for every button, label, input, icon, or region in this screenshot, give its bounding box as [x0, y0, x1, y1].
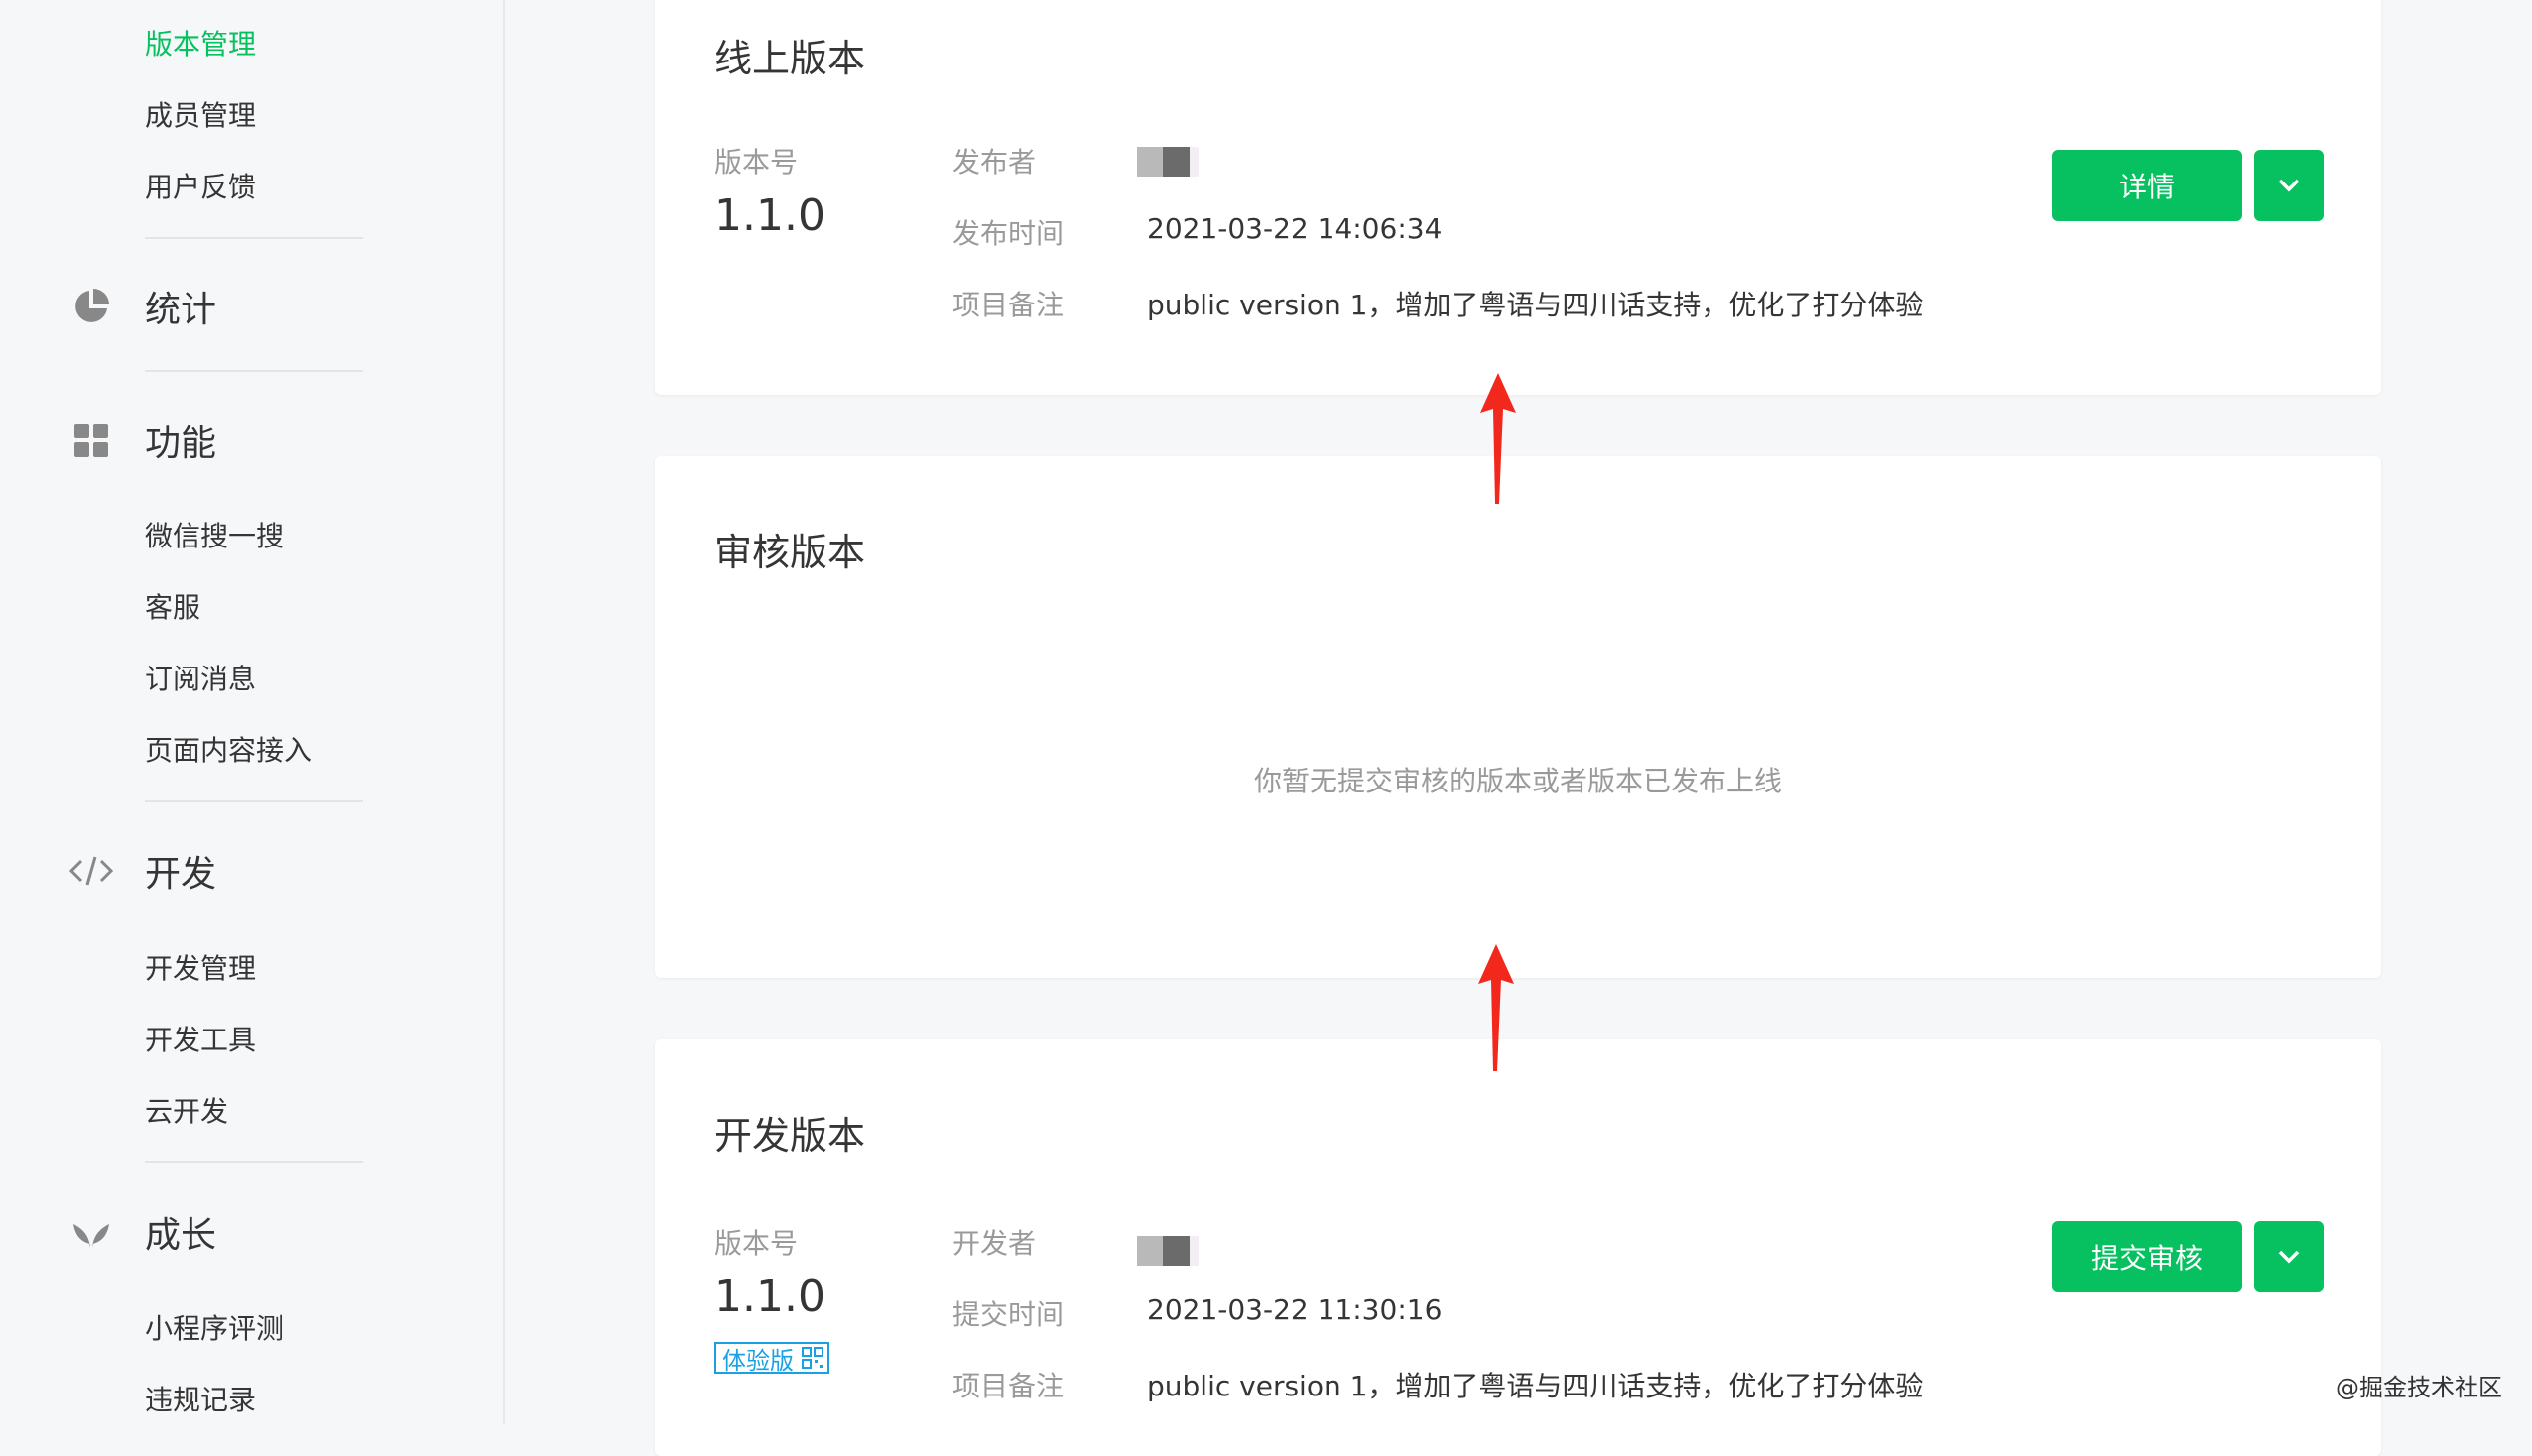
sidebar-item-page-content[interactable]: 页面内容接入: [145, 731, 312, 771]
tag-label: 体验版: [722, 1346, 794, 1375]
sidebar-item-wechat-search[interactable]: 微信搜一搜: [145, 517, 284, 556]
sidebar-item-dev-management[interactable]: 开发管理: [145, 949, 256, 989]
detail-button[interactable]: 详情: [2052, 150, 2242, 221]
dev-version-title: 开发版本: [714, 1114, 866, 1157]
submit-time-value: 2021-03-22 11:30:16: [1147, 1293, 1443, 1326]
pie-chart-icon: [69, 285, 113, 328]
sidebar-divider: [145, 370, 363, 372]
online-version-title: 线上版本: [714, 37, 866, 80]
sidebar-divider: [145, 800, 363, 802]
qr-code-icon: [802, 1347, 823, 1369]
online-version-card: 线上版本 版本号 1.1.0 发布者 发布时间 2021-03-22 14:06…: [655, 0, 2381, 395]
version-label: 版本号: [714, 1227, 799, 1260]
sidebar-item-mini-program-review[interactable]: 小程序评测: [145, 1309, 284, 1349]
sidebar-divider: [145, 1161, 363, 1163]
sidebar-item-dev-tools[interactable]: 开发工具: [145, 1021, 256, 1060]
sidebar-item-member-management[interactable]: 成员管理: [145, 96, 256, 136]
note-label: 项目备注: [952, 289, 1065, 321]
chevron-down-icon: [2278, 179, 2300, 192]
sidebar-item-cloud-dev[interactable]: 云开发: [145, 1092, 228, 1132]
version-number: 1.1.0: [714, 190, 825, 241]
sidebar-group-growth[interactable]: 成长: [69, 1204, 216, 1260]
watermark: @掘金技术社区: [2336, 1374, 2502, 1401]
code-icon: [69, 849, 113, 893]
sidebar-group-stats[interactable]: 统计: [69, 279, 216, 334]
version-label: 版本号: [714, 146, 799, 179]
review-empty-text: 你暂无提交审核的版本或者版本已发布上线: [1253, 765, 1782, 797]
sidebar-divider: [145, 237, 363, 239]
submit-time-label: 提交时间: [952, 1298, 1065, 1331]
sidebar-item-version-management[interactable]: 版本管理: [145, 25, 256, 64]
note-label: 项目备注: [952, 1370, 1065, 1402]
sidebar-group-label: 统计: [145, 290, 217, 330]
avatar: [1137, 147, 1199, 177]
up-arrow-annotation: [1480, 373, 1516, 504]
note-value: public version 1，增加了粤语与四川话支持，优化了打分体验: [1147, 1370, 1924, 1402]
review-version-card: 审核版本 你暂无提交审核的版本或者版本已发布上线: [655, 456, 2381, 978]
detail-dropdown-button[interactable]: [2254, 150, 2324, 221]
up-arrow-annotation: [1478, 944, 1514, 1071]
developer-label: 开发者: [952, 1227, 1037, 1260]
note-value: public version 1，增加了粤语与四川话支持，优化了打分体验: [1147, 289, 1924, 321]
sidebar: 版本管理 成员管理 用户反馈 统计 功能 微信搜一搜 客服 订阅消息 页面内容接…: [0, 0, 505, 1424]
sidebar-item-subscribe-message[interactable]: 订阅消息: [145, 660, 256, 699]
sprout-icon: [69, 1210, 113, 1254]
experience-version-tag[interactable]: 体验版: [714, 1342, 829, 1375]
publish-time-label: 发布时间: [952, 217, 1065, 250]
sidebar-item-violation-records[interactable]: 违规记录: [145, 1381, 256, 1420]
review-version-title: 审核版本: [714, 531, 866, 574]
avatar: [1137, 1236, 1199, 1266]
sidebar-group-dev[interactable]: 开发: [69, 843, 216, 899]
dev-version-card: 开发版本 版本号 1.1.0 体验版 开发者 提交时间 2021-03-22 1…: [655, 1039, 2381, 1456]
grid-icon: [69, 419, 113, 462]
chevron-down-icon: [2278, 1250, 2300, 1264]
submit-dropdown-button[interactable]: [2254, 1221, 2324, 1292]
submit-review-button[interactable]: 提交审核: [2052, 1221, 2242, 1292]
sidebar-group-label: 开发: [145, 854, 217, 895]
sidebar-item-customer-service[interactable]: 客服: [145, 588, 200, 628]
sidebar-group-features[interactable]: 功能: [69, 413, 216, 468]
sidebar-group-label: 成长: [145, 1215, 217, 1256]
sidebar-item-user-feedback[interactable]: 用户反馈: [145, 168, 256, 207]
version-number: 1.1.0: [714, 1272, 825, 1322]
publisher-label: 发布者: [952, 146, 1037, 179]
publish-time-value: 2021-03-22 14:06:34: [1147, 212, 1443, 245]
sidebar-group-label: 功能: [145, 424, 217, 464]
